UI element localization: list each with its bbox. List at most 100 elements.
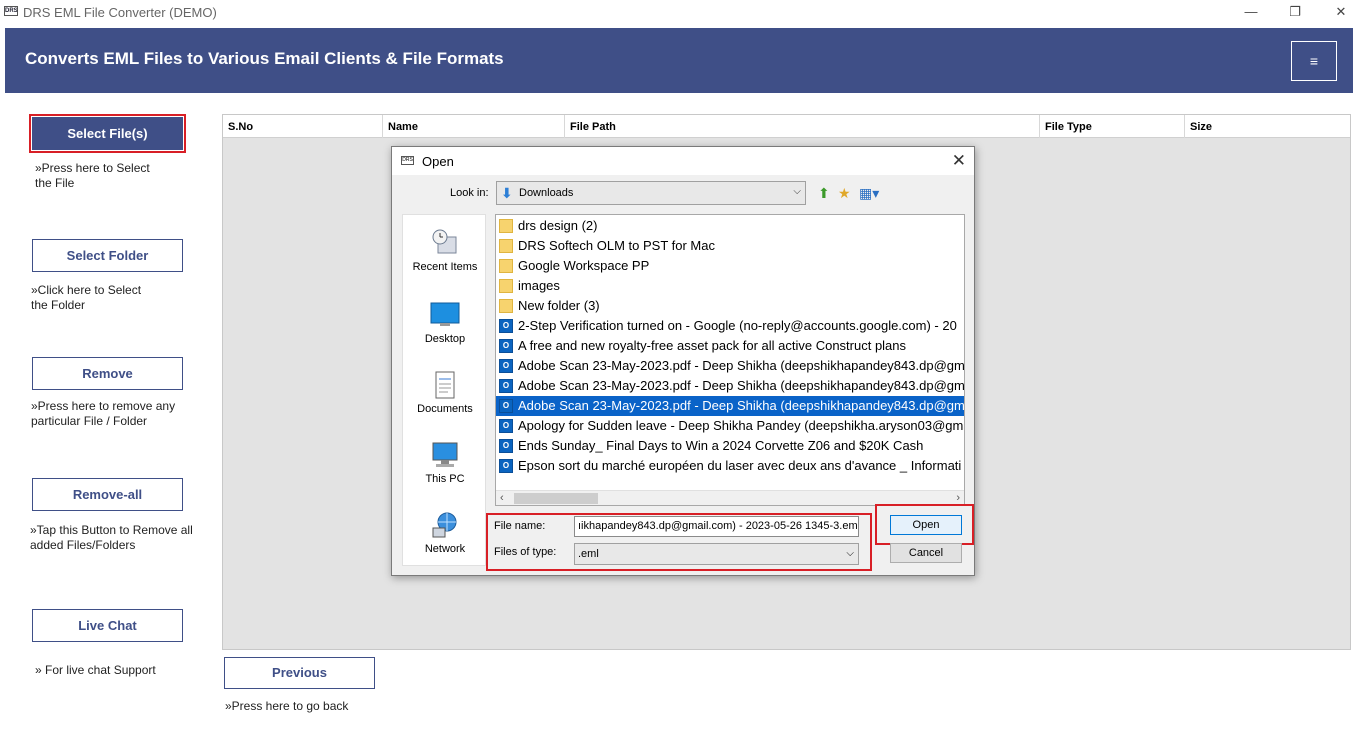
previous-hint: »Press here to go back [225,699,349,713]
place-documents[interactable]: Documents [403,371,487,415]
chevron-down-icon: ⌵ [793,186,801,197]
column-size[interactable]: Size [1185,115,1350,138]
file-list-item[interactable]: images [496,276,964,296]
folder-icon [499,299,513,313]
restore-button[interactable]: ❐ [1280,2,1310,22]
email-file-icon: O [499,419,513,433]
place-label: This PC [425,473,465,485]
horizontal-scrollbar[interactable]: ‹ › [496,490,964,505]
file-list-item[interactable]: O A free and new royalty-free asset pack … [496,336,964,356]
desktop-icon [430,301,460,329]
file-name: DRS Softech OLM to PST for Mac [518,238,715,253]
file-name: A free and new royalty-free asset pack f… [518,338,907,353]
file-list-item[interactable]: O Ends Sunday_ Final Days to Win a 2024 C… [496,436,964,456]
place-recent-items[interactable]: Recent Items [403,229,487,273]
file-name: 2-Step Verification turned on - Google (… [518,318,957,333]
file-list-item[interactable]: O Adobe Scan 23-May-2023.pdf - Deep Shikh… [496,356,964,376]
file-name-label: File name: [494,520,546,532]
hint-line: the File [35,176,75,190]
banner-heading: Converts EML Files to Various Email Clie… [25,49,504,68]
look-in-value: Downloads [519,187,574,199]
remove-button[interactable]: Remove [32,357,183,390]
hint-line: »Click here to Select [31,283,142,297]
column-file-path[interactable]: File Path [565,115,1040,138]
remove-all-button[interactable]: Remove-all [32,478,183,511]
select-folder-hint: »Click here to Select the Folder [31,283,141,313]
view-menu-icon[interactable]: ▦▾ [859,185,879,202]
window-titlebar: DRS DRS EML File Converter (DEMO) — ❐ ✕ [0,0,1365,26]
place-label: Desktop [424,333,466,345]
email-file-icon: O [499,359,513,373]
place-this-pc[interactable]: This PC [403,441,487,485]
file-list-item[interactable]: O Epson sort du marché européen du laser … [496,456,964,476]
remove-hint: »Press here to remove any particular Fil… [31,399,175,429]
file-list-item[interactable]: New folder (3) [496,296,964,316]
dialog-close-button[interactable]: ✕ [952,151,966,171]
email-file-icon: O [499,439,513,453]
select-folder-button[interactable]: Select Folder [32,239,183,272]
window-title: DRS EML File Converter (DEMO) [23,5,217,20]
open-button[interactable]: Open [890,515,962,535]
places-bar: Recent Items Desktop Documents This PC N… [402,214,486,566]
dialog-app-icon: DRS [401,156,414,165]
file-list-item[interactable]: Google Workspace PP [496,256,964,276]
up-folder-icon[interactable]: ⬆ [818,185,830,202]
dialog-title: Open [422,154,454,169]
new-folder-icon[interactable]: ★ [838,185,851,202]
live-chat-hint: » For live chat Support [35,663,156,677]
place-label: Recent Items [412,261,478,273]
window-close-button[interactable]: ✕ [1326,2,1356,22]
hint-line: added Files/Folders [30,538,136,552]
hint-line: »Press here to remove any [31,399,176,413]
remove-all-hint: »Tap this Button to Remove all added Fil… [30,523,193,553]
column-sno[interactable]: S.No [223,115,383,138]
file-name: Adobe Scan 23-May-2023.pdf - Deep Shikha… [518,398,965,413]
email-file-icon: O [499,339,513,353]
dialog-titlebar: DRS Open ✕ [392,147,974,175]
previous-button[interactable]: Previous [224,657,375,689]
recent-items-icon [430,229,460,257]
menu-button[interactable]: ≡ [1291,41,1337,81]
files-of-type-select[interactable]: .eml ⌵ [574,543,859,565]
scrollbar-thumb[interactable] [514,493,598,504]
minimize-button[interactable]: — [1236,2,1266,22]
file-list-item[interactable]: O Adobe Scan 23-May-2023.pdf - Deep Shikh… [496,396,965,416]
file-name: Ends Sunday_ Final Days to Win a 2024 Co… [518,438,924,453]
file-name: Adobe Scan 23-May-2023.pdf - Deep Shikha… [518,378,965,393]
column-file-type[interactable]: File Type [1040,115,1185,138]
place-label: Network [424,543,466,555]
column-name[interactable]: Name [383,115,565,138]
look-in-label: Look in: [450,187,489,199]
email-file-icon: O [499,399,513,413]
documents-icon [430,371,460,399]
email-file-icon: O [499,459,513,473]
file-list-item[interactable]: O Adobe Scan 23-May-2023.pdf - Deep Shikh… [496,376,965,396]
files-of-type-label: Files of type: [494,546,557,558]
network-icon [430,511,460,539]
select-files-button[interactable]: Select File(s) [29,114,186,153]
place-network[interactable]: Network [403,511,487,555]
files-of-type-value: .eml [578,548,599,560]
download-arrow-icon: ⬇ [501,185,513,201]
file-name: New folder (3) [518,298,600,313]
folder-icon [499,259,513,273]
cancel-button[interactable]: Cancel [890,543,962,563]
live-chat-button[interactable]: Live Chat [32,609,183,642]
app-icon: DRS [4,6,18,16]
file-list-item[interactable]: drs design (2) [496,216,964,236]
look-in-dropdown[interactable]: ⬇ Downloads ⌵ [496,181,806,205]
open-file-dialog: DRS Open ✕ Look in: ⬇ Downloads ⌵ ⬆ ★ ▦▾… [391,146,975,576]
email-file-icon: O [499,319,513,333]
file-name: drs design (2) [518,218,598,233]
place-desktop[interactable]: Desktop [403,301,487,345]
file-list[interactable]: drs design (2) DRS Softech OLM to PST for… [495,214,965,506]
scroll-left-icon[interactable]: ‹ [500,491,504,505]
file-list-item[interactable]: DRS Softech OLM to PST for Mac [496,236,964,256]
file-list-item[interactable]: O 2-Step Verification turned on - Google … [496,316,964,336]
hint-line: »Press here to Select [35,161,150,175]
file-list-item[interactable]: O Apology for Sudden leave - Deep Shikha … [496,416,965,436]
file-name: Apology for Sudden leave - Deep Shikha P… [518,418,965,433]
folder-icon [499,279,513,293]
file-name-input[interactable]: ıikhapandey843.dp@gmail.com) - 2023-05-2… [574,516,859,537]
hint-line: the Folder [31,298,86,312]
